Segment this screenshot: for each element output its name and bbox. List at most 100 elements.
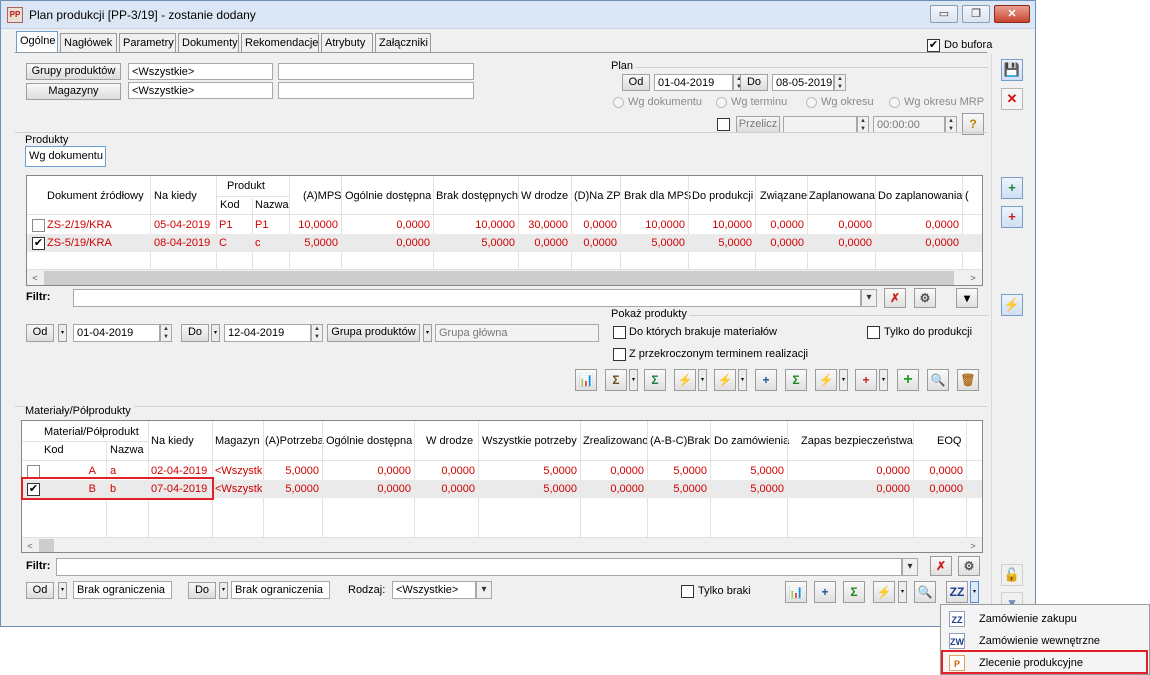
title-bar[interactable]: PP Plan produkcji [PP-3/19] - zostanie d…	[1, 1, 1035, 29]
sum-icon[interactable]: Σ	[785, 369, 807, 391]
search-icon[interactable]: 🔍	[927, 369, 949, 391]
materialy-od-dropdown[interactable]: ▾	[58, 582, 67, 599]
return-icon[interactable]: ⚡	[873, 581, 895, 603]
filter-build-icon[interactable]: ⚙	[958, 556, 980, 576]
tab-atrybuty[interactable]: Atrybuty	[321, 33, 373, 53]
sum-icon[interactable]: Σ	[843, 581, 865, 603]
close-button[interactable]: ✕	[994, 5, 1030, 23]
materialy-od-field[interactable]: Brak ograniczenia	[73, 581, 172, 599]
lightning-green-icon[interactable]: ⚡	[714, 369, 736, 391]
scroll-right-icon[interactable]: >	[965, 270, 981, 285]
col-zwiazane[interactable]: Związane	[760, 190, 807, 202]
minimize-button[interactable]: ▭	[930, 5, 958, 23]
chart-icon[interactable]: 📊	[785, 581, 807, 603]
magazyny-button[interactable]: Magazyny	[26, 83, 121, 100]
production-order-icon[interactable]: +	[855, 369, 877, 391]
generate-document-icon[interactable]: ZZ	[946, 581, 968, 603]
produkty-od-spinner[interactable]: ▲ ▼	[160, 324, 172, 342]
col-na-kiedy[interactable]: Na kiedy	[151, 435, 194, 447]
radio-wg-terminu[interactable]	[716, 97, 727, 108]
return-dropdown[interactable]: ▾	[898, 581, 907, 603]
radio-wg-okresu-mrp[interactable]	[889, 97, 900, 108]
opt-tylko-checkbox[interactable]	[867, 326, 880, 339]
materialy-do-dropdown[interactable]: ▾	[219, 582, 228, 599]
magazyny-field[interactable]: <Wszystkie>	[128, 82, 273, 99]
produkty-do-date[interactable]: 12-04-2019	[224, 324, 311, 342]
rodzaj-dropdown[interactable]: ▾	[476, 581, 492, 599]
grid-icon[interactable]: +	[814, 581, 836, 603]
tab-zalaczniki[interactable]: Załączniki	[375, 33, 431, 53]
plan-od-date[interactable]: 01-04-2019	[654, 74, 733, 91]
generate-document-dropdown[interactable]: ▾	[970, 581, 979, 603]
cancel-icon[interactable]: ✕	[1001, 88, 1023, 110]
add-icon[interactable]: +	[897, 369, 919, 391]
return-dropdown[interactable]: ▾	[839, 369, 848, 391]
lightning-icon[interactable]: ⚡	[1001, 294, 1023, 316]
materialy-do-field[interactable]: Brak ograniczenia	[231, 581, 330, 599]
radio-wg-dokumentu[interactable]	[613, 97, 624, 108]
chart-icon[interactable]: 📊	[575, 369, 597, 391]
opt-przekroczony-checkbox[interactable]	[613, 348, 626, 361]
magazyny-extra-field[interactable]	[278, 82, 474, 99]
col-more[interactable]: (	[965, 190, 969, 202]
lightning-orange-icon[interactable]: ⚡	[674, 369, 696, 391]
produkty-do-spinner[interactable]: ▲ ▼	[311, 324, 323, 342]
menu-item-zamowienie-wewnetrzne[interactable]: ZW Zamówienie wewnętrzne	[943, 630, 1147, 652]
subtab-wg-dokumentu[interactable]: Wg dokumentu	[25, 146, 106, 167]
col-a-potrzeba[interactable]: (A)Potrzeba	[265, 435, 324, 447]
tab-parametry[interactable]: Parametry	[119, 33, 176, 53]
grupa-produktow-dropdown[interactable]: ▾	[423, 324, 432, 342]
produkty-filter-dropdown[interactable]: ▾	[861, 289, 877, 307]
filter-apply-icon[interactable]: ▾	[956, 288, 978, 308]
save-icon[interactable]: 💾	[1001, 59, 1023, 81]
plan-do-button[interactable]: Do	[740, 74, 768, 91]
restore-button[interactable]: ❐	[962, 5, 990, 23]
row-checkbox[interactable]	[32, 219, 45, 232]
tab-naglowek[interactable]: Nagłówek	[60, 33, 117, 53]
produkty-do-dropdown[interactable]: ▾	[211, 324, 220, 342]
col-kod[interactable]: Kod	[44, 444, 64, 456]
scroll-right-icon[interactable]: >	[965, 538, 981, 552]
przelicz-button[interactable]: Przelicz	[736, 116, 780, 133]
przelicz-date-spinner[interactable]: ▲ ▼	[857, 116, 869, 133]
produkty-od-date[interactable]: 01-04-2019	[73, 324, 160, 342]
grupy-produktow-extra-field[interactable]	[278, 63, 474, 80]
produkty-do-button[interactable]: Do	[181, 324, 209, 342]
plan-od-button[interactable]: Od	[622, 74, 650, 91]
lightning-green-dropdown[interactable]: ▾	[738, 369, 747, 391]
grupa-produktow-button[interactable]: Grupa produktów	[327, 324, 420, 342]
produkty-horizontal-scrollbar[interactable]: < >	[27, 269, 982, 285]
materialy-filter-dropdown[interactable]: ▾	[902, 558, 918, 576]
tab-ogolne[interactable]: Ogólne	[16, 31, 58, 53]
tab-dokumenty[interactable]: Dokumenty	[178, 33, 239, 53]
import-icon[interactable]: +	[1001, 206, 1023, 228]
col-zrealizowano[interactable]: Zrealizowano	[583, 435, 648, 447]
col-a-mps[interactable]: (A)MPS	[303, 190, 342, 202]
materialy-od-button[interactable]: Od	[26, 582, 54, 599]
scroll-thumb[interactable]	[39, 539, 54, 552]
col-brak-dla-mps[interactable]: Brak dla MPS	[624, 190, 691, 202]
table-row[interactable]: ✔ ZS-5/19/KRA 08-04-2019 C c 5,0000 0,00…	[27, 234, 982, 252]
table-row[interactable]: ZS-2/19/KRA 05-04-2019 P1 P1 10,0000 0,0…	[27, 216, 982, 234]
przelicz-time-spinner[interactable]: ▲ ▼	[945, 116, 957, 133]
col-zapas-bezpieczenstwa[interactable]: Zapas bezpieczeństwa	[801, 435, 913, 447]
col-ogolnie-dostepna[interactable]: Ogólnie dostępna	[345, 190, 431, 202]
col-kod[interactable]: Kod	[220, 199, 240, 211]
trash-icon[interactable]: 🗑	[957, 369, 979, 391]
export-icon[interactable]: +	[1001, 177, 1023, 199]
col-na-kiedy[interactable]: Na kiedy	[154, 190, 197, 202]
materialy-horizontal-scrollbar[interactable]: < >	[22, 537, 982, 552]
col-ogolnie-dostepna[interactable]: Ogólnie dostępna	[326, 435, 412, 447]
assign-icon[interactable]: Σ	[605, 369, 627, 391]
col-w-drodze[interactable]: W drodze	[521, 190, 568, 202]
opt-brakuje-checkbox[interactable]	[613, 326, 626, 339]
col-d-na-zp[interactable]: (D)Na ZP	[574, 190, 620, 202]
produkty-od-button[interactable]: Od	[26, 324, 54, 342]
search-icon[interactable]: 🔍	[914, 581, 936, 603]
lock-icon[interactable]: 🔓	[1001, 564, 1023, 586]
col-do-produkcji[interactable]: Do produkcji	[692, 190, 753, 202]
col-a-b-c-brak[interactable]: (A-B-C)Brak	[650, 435, 710, 447]
return-icon[interactable]: ⚡	[815, 369, 837, 391]
col-brak-dostepnych[interactable]: Brak dostępnych	[436, 190, 518, 202]
assign-dropdown[interactable]: ▾	[629, 369, 638, 391]
